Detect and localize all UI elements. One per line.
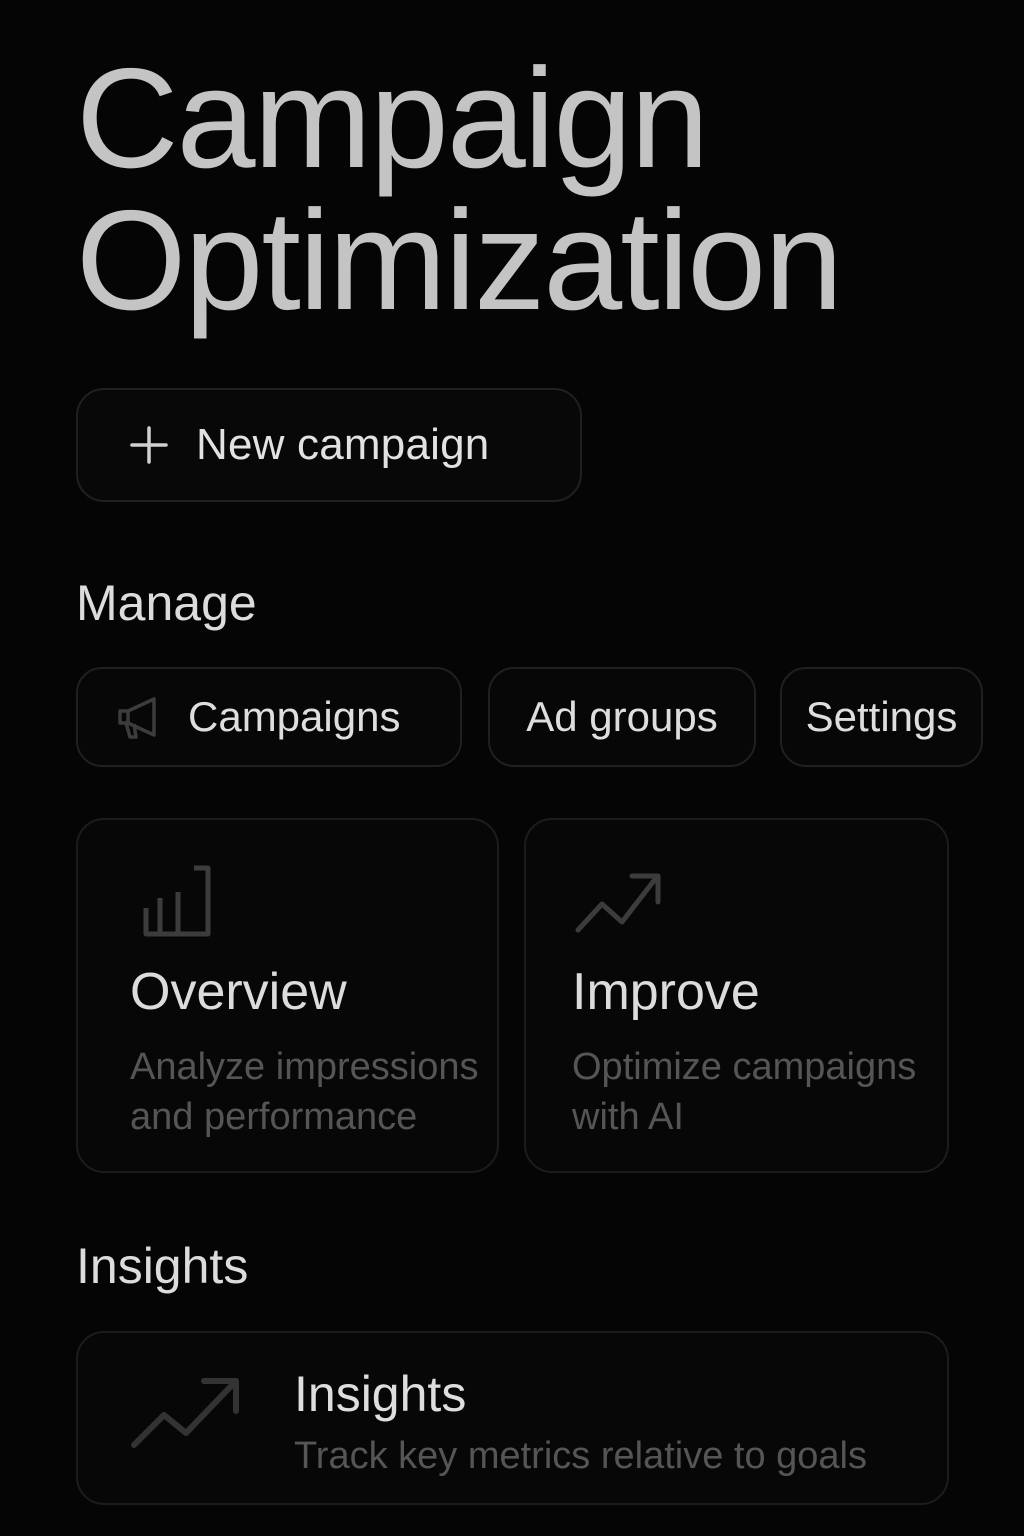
campaigns-chip-label: Campaigns bbox=[188, 693, 401, 740]
insights-heading: Insights bbox=[76, 1238, 249, 1294]
improve-card-title: Improve bbox=[572, 963, 760, 1021]
ad-groups-chip-label: Ad groups bbox=[526, 693, 718, 740]
ad-groups-chip[interactable]: Ad groups bbox=[488, 667, 756, 767]
new-campaign-button[interactable]: New campaign bbox=[76, 388, 582, 502]
overview-card-title: Overview bbox=[130, 963, 347, 1021]
trending-up-icon bbox=[131, 1378, 239, 1448]
manage-heading: Manage bbox=[76, 575, 257, 631]
insights-card[interactable]: Insights Track key metrics relative to g… bbox=[76, 1331, 949, 1505]
insights-card-title: Insights bbox=[294, 1366, 467, 1422]
bar-chart-icon bbox=[143, 865, 211, 937]
campaigns-chip[interactable]: Campaigns bbox=[76, 667, 462, 767]
page-title-line-1: Campaign bbox=[76, 39, 709, 198]
improve-card[interactable]: Improve Optimize campaigns with AI bbox=[524, 818, 949, 1173]
settings-chip[interactable]: Settings bbox=[780, 667, 983, 767]
trending-up-icon bbox=[575, 873, 661, 933]
campaign-optimization-page: Campaign Optimization New campaign Manag… bbox=[0, 0, 1024, 1536]
megaphone-icon bbox=[118, 697, 156, 739]
overview-card[interactable]: Overview Analyze impressions and perform… bbox=[76, 818, 499, 1173]
overview-card-description: Analyze impressions and performance bbox=[130, 1046, 479, 1138]
plus-icon bbox=[130, 426, 168, 464]
page-title-line-2: Optimization bbox=[76, 181, 843, 340]
settings-chip-label: Settings bbox=[805, 693, 958, 740]
improve-card-description: Optimize campaigns with AI bbox=[572, 1046, 917, 1138]
new-campaign-label: New campaign bbox=[196, 420, 490, 469]
insights-card-description: Track key metrics relative to goals bbox=[294, 1435, 867, 1477]
page-title: Campaign Optimization bbox=[76, 39, 843, 340]
